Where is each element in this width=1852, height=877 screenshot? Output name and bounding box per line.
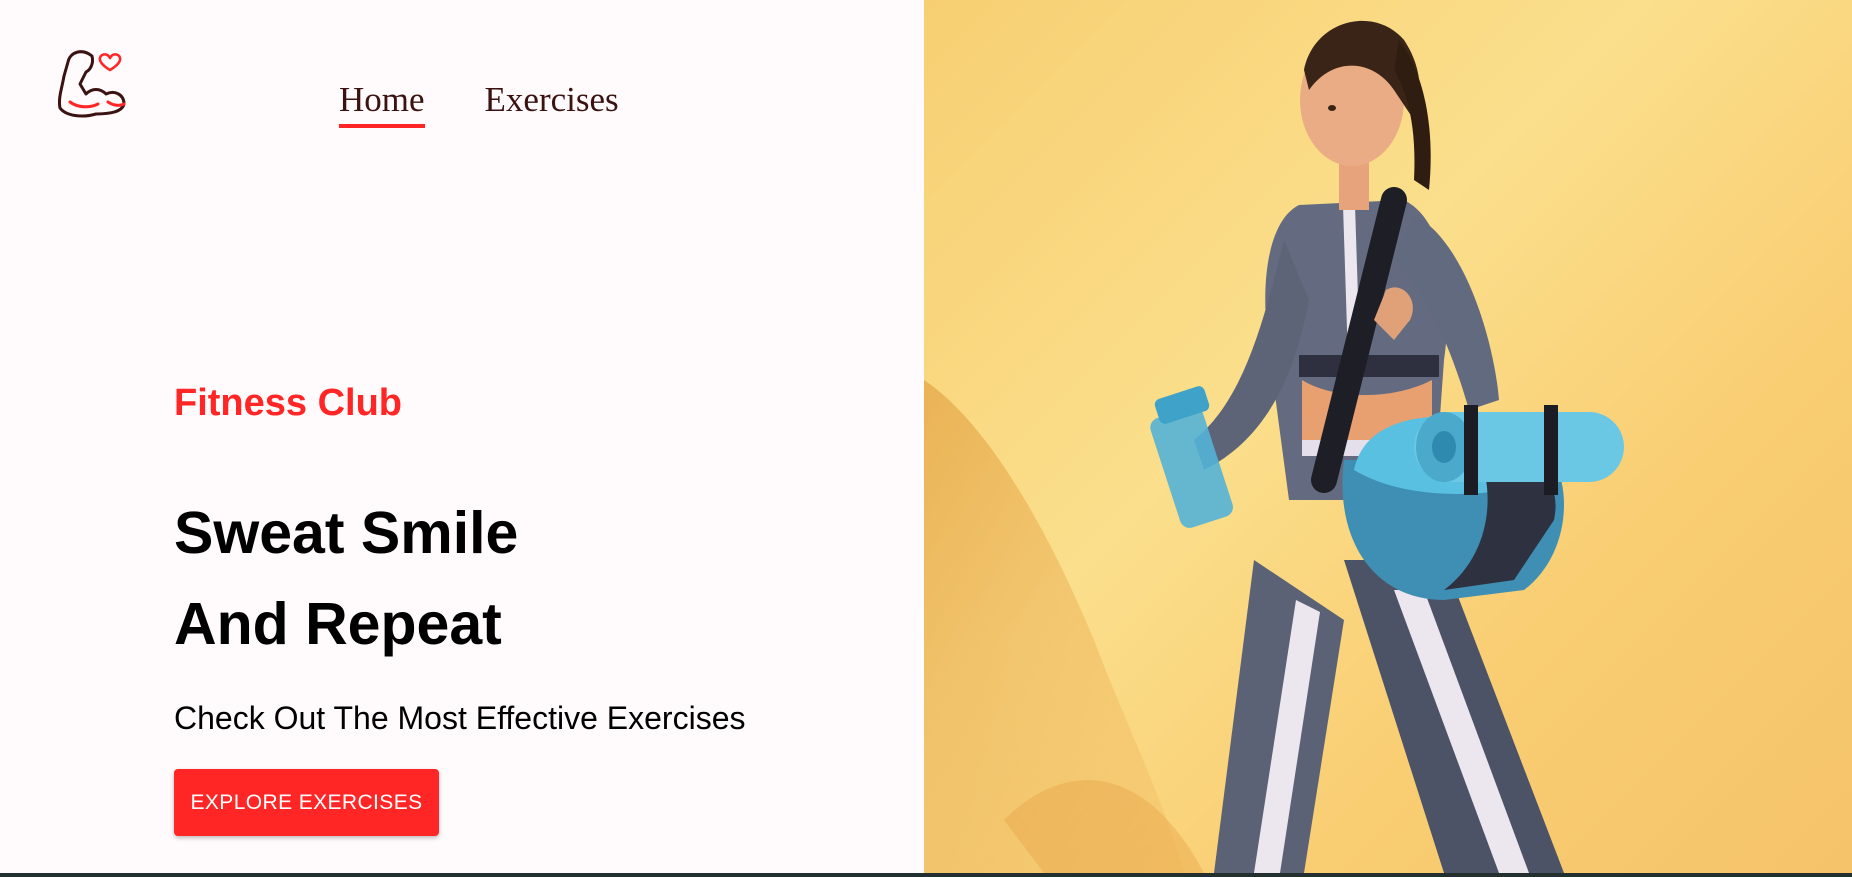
hero-title-line2: And Repeat	[174, 591, 502, 657]
hero-title-line1: Sweat Smile	[174, 500, 519, 566]
hero-eyebrow: Fitness Club	[174, 382, 403, 424]
banner-illustration	[924, 20, 1624, 873]
main-nav: Home Exercises	[339, 80, 619, 128]
nav-link-home[interactable]: Home	[339, 80, 425, 128]
logo-flexed-arm-heart-icon[interactable]	[52, 42, 126, 120]
explore-exercises-button[interactable]: EXPLORE EXERCISES	[174, 769, 439, 836]
hero-subtitle: Check Out The Most Effective Exercises	[174, 700, 746, 736]
nav-link-exercises[interactable]: Exercises	[485, 80, 619, 128]
hero-banner-image	[924, 0, 1852, 873]
hero-left-pane: Home Exercises Fitness Club Sweat Smile …	[0, 0, 924, 873]
hero-title: Sweat Smile And Repeat	[174, 488, 518, 670]
bottom-edge-bar	[0, 873, 1852, 877]
